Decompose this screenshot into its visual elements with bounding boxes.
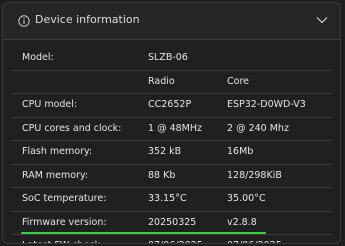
device-information-panel: Device information Model: SLZB-06 Radio …: [2, 2, 341, 244]
row-label: Firmware version:: [22, 216, 107, 228]
row-label: Model:: [22, 52, 54, 63]
radio-value: 88 Kb: [148, 169, 176, 181]
chevron-down-icon[interactable]: [316, 15, 328, 25]
table-row-cpu-cores: CPU cores and clock: 1 @ 48MHz 2 @ 240 M…: [11, 118, 331, 141]
radio-value: 352 kB: [148, 146, 182, 157]
column-header-core: Core: [227, 75, 249, 87]
table-row-cpu-model: CPU model: CC2652P ESP32-D0WD-V3: [11, 94, 331, 118]
row-label: RAM memory:: [22, 169, 89, 181]
core-value: ESP32-D0WD-V3: [227, 99, 306, 110]
row-label: CPU model:: [22, 99, 78, 110]
radio-value: 20250325: [148, 216, 197, 228]
row-label: SoC temperature:: [22, 193, 107, 204]
table-row-flash-memory: Flash memory: 352 kB 16Mb: [11, 141, 331, 165]
core-value: 35.00°C: [227, 193, 266, 204]
info-table: Model: SLZB-06 Radio Core CPU model: CC2…: [11, 47, 331, 243]
radio-value: 07/06/2025: [148, 235, 203, 243]
core-value: 128/298KiB: [227, 169, 282, 181]
table-row-model: Model: SLZB-06: [11, 47, 331, 71]
table-header-row: Radio Core: [11, 71, 331, 94]
panel-header[interactable]: Device information: [3, 3, 340, 40]
core-value: 2 @ 240 Mhz: [227, 122, 289, 134]
row-label: Flash memory:: [22, 146, 93, 157]
table-row-latest-fw-check: Latest FW check: 07/06/2025 07/06/2025: [11, 235, 331, 243]
table-row-soc-temperature: SoC temperature: 33.15°C 35.00°C: [11, 188, 331, 212]
panel-title: Device information: [35, 13, 140, 26]
radio-value: 33.15°C: [148, 193, 187, 204]
row-label: CPU cores and clock:: [22, 122, 122, 134]
core-value: 16Mb: [227, 146, 254, 157]
core-value: 07/06/2025: [227, 235, 282, 243]
firmware-highlight-underline: [21, 232, 266, 234]
row-label: Latest FW check:: [22, 235, 103, 243]
column-header-radio: Radio: [148, 75, 175, 87]
table-row-ram-memory: RAM memory: 88 Kb 128/298KiB: [11, 165, 331, 188]
info-icon: [18, 15, 30, 27]
radio-value: CC2652P: [148, 99, 192, 110]
radio-value: 1 @ 48MHz: [148, 122, 202, 134]
core-value: v2.8.8: [227, 216, 257, 228]
radio-value: SLZB-06: [148, 52, 188, 63]
table-row-firmware-version: Firmware version: 20250325 v2.8.8: [11, 212, 331, 235]
